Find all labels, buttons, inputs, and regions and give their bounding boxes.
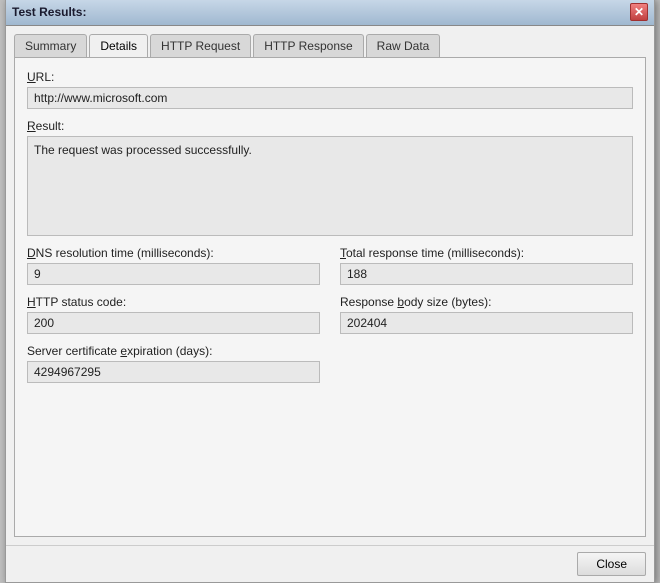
window-close-button[interactable]: ✕ xyxy=(630,3,648,21)
dns-label-rest: NS resolution time (milliseconds): xyxy=(36,246,214,260)
response-body-value: 202404 xyxy=(340,312,633,334)
dns-value: 9 xyxy=(27,263,320,285)
tab-summary-label: Summary xyxy=(25,39,76,53)
tab-details-label: Details xyxy=(100,39,137,53)
tab-raw-data-label: Raw Data xyxy=(377,39,430,53)
tab-http-request-label: HTTP Request xyxy=(161,39,240,53)
main-window: Test Results: ✕ Summary Details HTTP Req… xyxy=(5,0,655,583)
metrics-grid: DNS resolution time (milliseconds): 9 HT… xyxy=(27,246,633,393)
close-button[interactable]: Close xyxy=(577,552,646,576)
tab-raw-data[interactable]: Raw Data xyxy=(366,34,441,57)
tab-http-response[interactable]: HTTP Response xyxy=(253,34,363,57)
result-field-group: Result: The request was processed succes… xyxy=(27,119,633,236)
http-status-label: HTTP status code: xyxy=(27,295,320,309)
tab-http-request[interactable]: HTTP Request xyxy=(150,34,251,57)
window-title: Test Results: xyxy=(12,5,86,19)
result-underline: R xyxy=(27,119,36,133)
bottom-bar: Close xyxy=(6,545,654,582)
total-response-label-rest: otal response time (milliseconds): xyxy=(346,246,524,260)
tab-http-response-label: HTTP Response xyxy=(264,39,352,53)
response-col: Total response time (milliseconds): 188 … xyxy=(340,246,633,393)
dns-underline: D xyxy=(27,246,36,260)
result-label-rest: esult: xyxy=(36,119,65,133)
http-status-underline: H xyxy=(27,295,36,309)
response-body-field-group: Response body size (bytes): 202404 xyxy=(340,295,633,334)
window-close-icon: ✕ xyxy=(634,5,644,19)
tab-content-details: URL: http://www.microsoft.com Result: Th… xyxy=(14,57,646,537)
title-bar: Test Results: ✕ xyxy=(6,0,654,26)
cert-label: Server certificate expiration (days): xyxy=(27,344,320,358)
result-label: Result: xyxy=(27,119,633,133)
tab-summary[interactable]: Summary xyxy=(14,34,87,57)
tab-details[interactable]: Details xyxy=(89,34,148,57)
window-content: Summary Details HTTP Request HTTP Respon… xyxy=(6,26,654,545)
cert-value: 4294967295 xyxy=(27,361,320,383)
tab-bar: Summary Details HTTP Request HTTP Respon… xyxy=(14,34,646,57)
total-response-value: 188 xyxy=(340,263,633,285)
title-bar-controls: ✕ xyxy=(630,3,648,21)
dns-label: DNS resolution time (milliseconds): xyxy=(27,246,320,260)
url-value: http://www.microsoft.com xyxy=(27,87,633,109)
url-field-group: URL: http://www.microsoft.com xyxy=(27,70,633,109)
http-status-value: 200 xyxy=(27,312,320,334)
http-status-field-group: HTTP status code: 200 xyxy=(27,295,320,334)
total-response-label: Total response time (milliseconds): xyxy=(340,246,633,260)
cert-field-group: Server certificate expiration (days): 42… xyxy=(27,344,320,383)
dns-field-group: DNS resolution time (milliseconds): 9 xyxy=(27,246,320,285)
total-response-field-group: Total response time (milliseconds): 188 xyxy=(340,246,633,285)
url-label: URL: xyxy=(27,70,633,84)
cert-label-pre: Server certificate xyxy=(27,344,120,358)
url-underline: U xyxy=(27,70,36,84)
response-body-label: Response body size (bytes): xyxy=(340,295,633,309)
response-body-label-pre: Response xyxy=(340,295,397,309)
url-label-rest: RL: xyxy=(36,70,55,84)
dns-col: DNS resolution time (milliseconds): 9 HT… xyxy=(27,246,320,393)
result-value: The request was processed successfully. xyxy=(27,136,633,236)
cert-label-rest: xpiration (days): xyxy=(127,344,212,358)
http-status-label-rest: TTP status code: xyxy=(36,295,127,309)
response-body-label-rest: ody size (bytes): xyxy=(404,295,491,309)
